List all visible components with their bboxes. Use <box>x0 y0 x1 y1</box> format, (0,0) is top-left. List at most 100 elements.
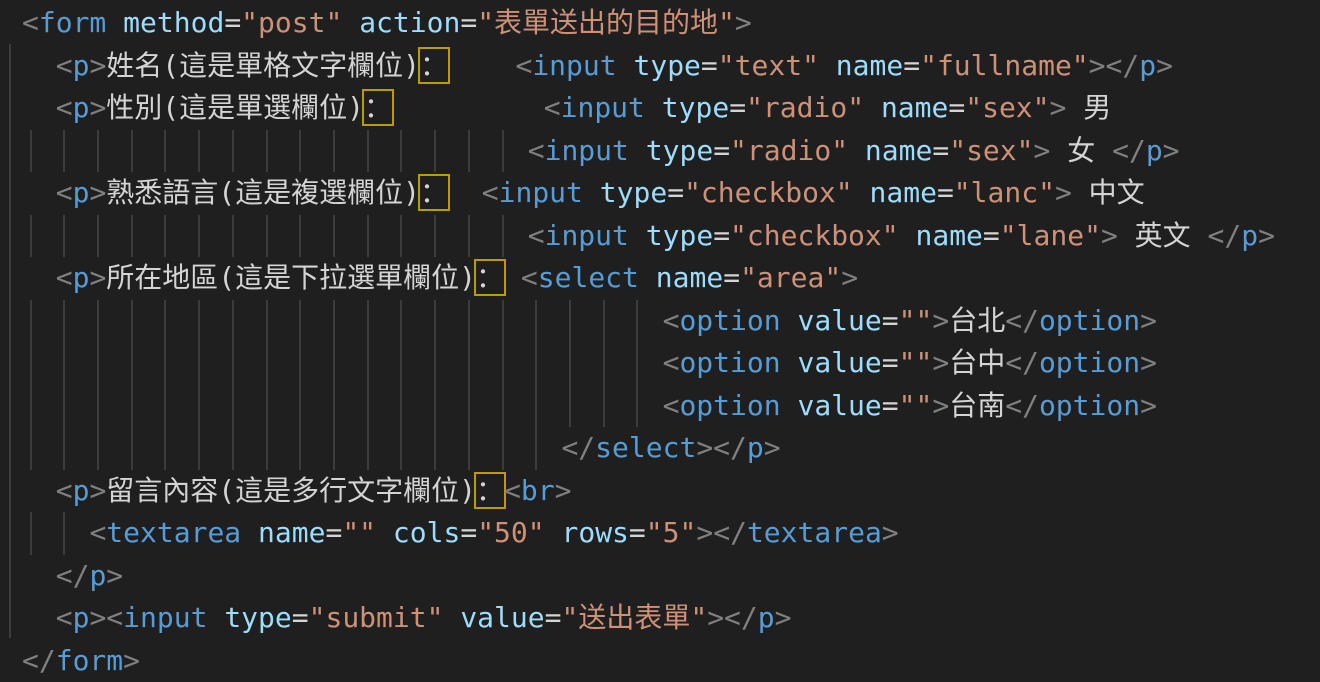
token-punct: < <box>56 176 73 209</box>
token-text: 性別(這是單選欄位) <box>106 91 364 124</box>
token-punct: > <box>841 261 858 294</box>
token-punct: > <box>764 431 781 464</box>
token-punct: < <box>56 474 73 507</box>
token-attr: value <box>797 389 881 422</box>
token-attr: value <box>797 346 881 379</box>
token-text: 姓名(這是單格文字欄位) <box>106 49 420 82</box>
token-punct: < <box>544 91 561 124</box>
code-line-7[interactable]: <p>所在地區(這是下拉選單欄位)： <select name="area"> <box>0 257 1320 300</box>
code-line-8[interactable]: <option value="">台北</option> <box>0 300 1320 343</box>
code-line-9[interactable]: <option value="">台中</option> <box>0 342 1320 385</box>
code-line-11[interactable]: </select></p> <box>0 427 1320 470</box>
token-tag: p <box>73 474 90 507</box>
token-sp <box>22 516 89 549</box>
token-punct: > <box>1140 346 1157 379</box>
token-tag: option <box>1039 304 1140 337</box>
token-tag: p <box>1241 219 1258 252</box>
code-line-10[interactable]: <option value="">台南</option> <box>0 385 1320 428</box>
token-sp <box>545 516 562 549</box>
token-punct: > <box>735 6 752 39</box>
token-sp <box>22 91 56 124</box>
token-eq: = <box>545 601 562 634</box>
token-sp <box>617 49 634 82</box>
token-sp <box>22 346 663 379</box>
token-sp <box>22 474 56 507</box>
token-punct: ></ <box>707 601 758 634</box>
token-punct: < <box>56 601 73 634</box>
token-str: "" <box>899 304 933 337</box>
token-str: "lanc" <box>954 176 1055 209</box>
token-attr: name <box>881 91 948 124</box>
token-punct: </ <box>1112 134 1146 167</box>
token-attr: name <box>870 176 937 209</box>
token-str: "post" <box>241 6 342 39</box>
token-eq: = <box>713 219 730 252</box>
token-tag: option <box>679 304 780 337</box>
token-tag: p <box>73 91 90 124</box>
token-tag: select <box>595 431 696 464</box>
token-attr: type <box>600 176 667 209</box>
unicode-highlight-box: ： <box>420 176 448 209</box>
token-str: "sex" <box>949 134 1033 167</box>
token-text: 熟悉語言(這是複選欄位) <box>106 176 420 209</box>
token-sp <box>392 91 544 124</box>
code-line-4[interactable]: <input type="radio" name="sex"> 女 </p> <box>0 130 1320 173</box>
token-attr: method <box>123 6 224 39</box>
token-sp <box>781 389 798 422</box>
token-sp <box>781 304 798 337</box>
token-str: "checkbox" <box>684 176 853 209</box>
token-sp <box>864 91 881 124</box>
token-eq: = <box>983 219 1000 252</box>
token-sp <box>207 601 224 634</box>
token-punct: > <box>555 474 572 507</box>
token-punct: < <box>22 6 39 39</box>
token-sp <box>853 176 870 209</box>
code-line-12[interactable]: <p>留言內容(這是多行文字欄位)：<br> <box>0 470 1320 513</box>
code-line-3[interactable]: <p>性別(這是單選欄位)： <input type="radio" name=… <box>0 87 1320 130</box>
token-attr: value <box>797 304 881 337</box>
token-str: "radio" <box>730 134 848 167</box>
code-line-2[interactable]: <p>姓名(這是單格文字欄位)： <input type="text" name… <box>0 45 1320 88</box>
code-line-13[interactable]: <textarea name="" cols="50" rows="5"></t… <box>0 512 1320 555</box>
token-tag: option <box>679 346 780 379</box>
token-punct: > <box>775 601 792 634</box>
code-line-6[interactable]: <input type="checkbox" name="lane"> 英文 <… <box>0 215 1320 258</box>
token-str: "" <box>899 389 933 422</box>
unicode-highlight-box: ： <box>364 91 392 124</box>
token-tag: p <box>1139 49 1156 82</box>
token-attr: name <box>836 49 903 82</box>
token-eq: = <box>948 91 965 124</box>
token-tag: p <box>73 261 90 294</box>
token-eq: = <box>882 346 899 379</box>
code-editor[interactable]: <form method="post" action="表單送出的目的地"> <… <box>0 0 1320 681</box>
token-punct: > <box>1140 389 1157 422</box>
token-text: 英文 <box>1118 219 1208 252</box>
token-punct: < <box>56 49 73 82</box>
token-punct: < <box>663 304 680 337</box>
token-punct: > <box>932 304 949 337</box>
token-punct: </ <box>1005 346 1039 379</box>
token-attr: action <box>359 6 460 39</box>
token-punct: > <box>1050 91 1067 124</box>
token-sp <box>448 176 482 209</box>
token-sp <box>22 134 528 167</box>
token-tag: input <box>123 601 207 634</box>
code-line-14[interactable]: </p> <box>0 555 1320 598</box>
token-attr: type <box>646 134 713 167</box>
token-tag: form <box>56 644 123 677</box>
token-tag: select <box>538 261 639 294</box>
token-tag: p <box>1146 134 1163 167</box>
token-sp <box>22 601 56 634</box>
code-line-16[interactable]: </form> <box>0 640 1320 682</box>
token-punct: < <box>663 389 680 422</box>
token-punct: > <box>123 644 140 677</box>
token-sp <box>504 261 521 294</box>
code-line-1[interactable]: <form method="post" action="表單送出的目的地"> <box>0 2 1320 45</box>
code-line-5[interactable]: <p>熟悉語言(這是複選欄位)： <input type="checkbox" … <box>0 172 1320 215</box>
token-attr: rows <box>561 516 628 549</box>
token-punct: ></ <box>696 516 747 549</box>
code-line-15[interactable]: <p><input type="submit" value="送出表單"></p… <box>0 597 1320 640</box>
token-tag: input <box>545 134 629 167</box>
token-sp <box>629 134 646 167</box>
token-sp <box>22 431 561 464</box>
